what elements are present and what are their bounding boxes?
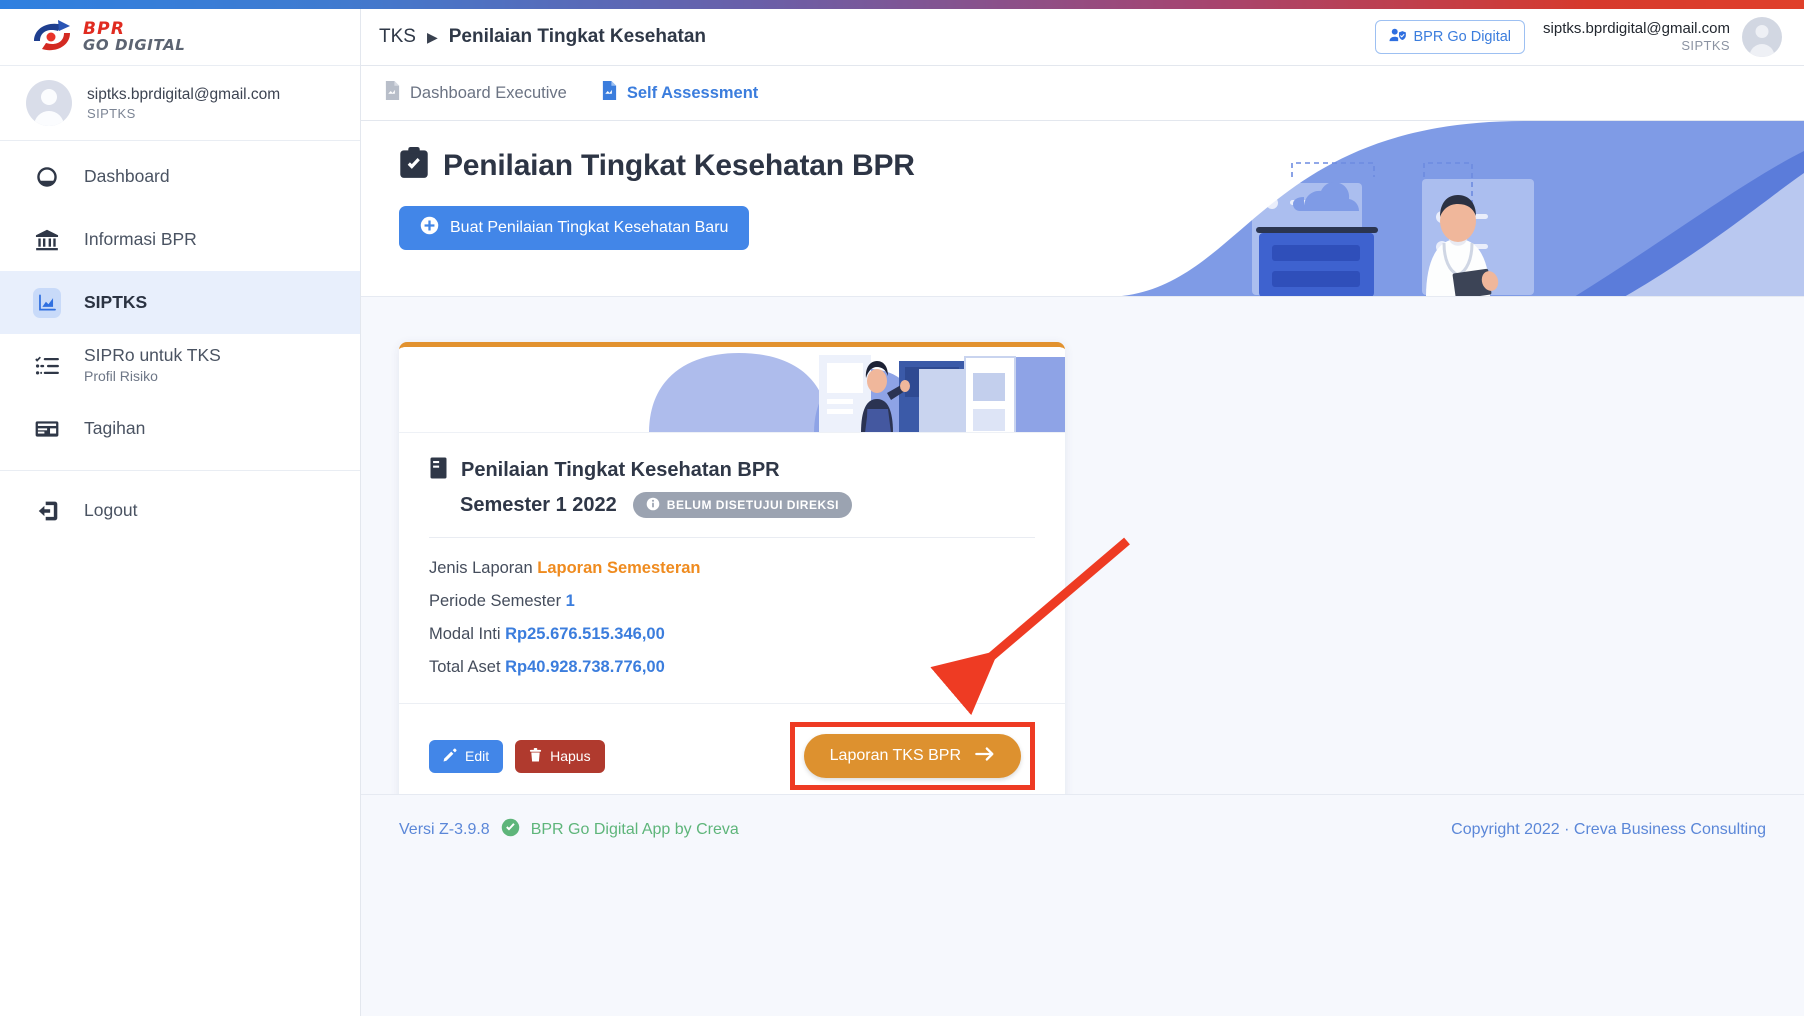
- sidebar-item-dashboard[interactable]: Dashboard: [0, 145, 360, 208]
- sidebar-item-label: SIPTKS: [84, 292, 148, 312]
- sidebar-item-siptks[interactable]: SIPTKS: [0, 271, 360, 334]
- top-gradient-bar: [0, 0, 1804, 9]
- document-icon: [601, 81, 618, 105]
- report-button-highlight: Laporan TKS BPR: [789, 722, 1035, 790]
- status-badge: BELUM DISETUJUI DIREKSI: [632, 492, 852, 518]
- app-name-label: BPR Go Digital App by Creva: [530, 820, 739, 838]
- sign-out-icon: [33, 497, 61, 525]
- create-assessment-label: Buat Penilaian Tingkat Kesehatan Baru: [450, 219, 729, 236]
- fact-label: Total Aset: [429, 658, 501, 676]
- user-shield-icon: [1389, 27, 1407, 47]
- assessment-list: Penilaian Tingkat Kesehatan BPR Semester…: [361, 297, 1804, 812]
- bpr-go-digital-button[interactable]: BPR Go Digital: [1374, 20, 1526, 54]
- sidebar-item-label: Logout: [84, 500, 138, 520]
- info-icon: [646, 497, 660, 514]
- bank-icon: [33, 226, 61, 254]
- sidebar-item-informasi-bpr[interactable]: Informasi BPR: [0, 208, 360, 271]
- card-title: Penilaian Tingkat Kesehatan BPR: [461, 459, 780, 481]
- edit-button[interactable]: Edit: [429, 739, 504, 773]
- sidebar-item-label: Tagihan: [84, 418, 146, 438]
- chevron-right-icon: ▶: [426, 28, 438, 45]
- version-label: Versi Z-3.9.8: [399, 820, 490, 838]
- card-facts: Jenis Laporan Laporan Semesteran Periode…: [429, 559, 1035, 703]
- fact-value: Rp40.928.738.776,00: [505, 658, 665, 676]
- header-user-role: SIPTKS: [1681, 38, 1730, 54]
- breadcrumb-current: Penilaian Tingkat Kesehatan: [448, 26, 707, 47]
- speedometer-icon: [33, 163, 61, 191]
- sidebar-item-sublabel: Profil Risiko: [84, 368, 158, 385]
- sidebar-item-label: SIPRo untuk TKS: [84, 345, 221, 366]
- edit-label: Edit: [465, 748, 490, 764]
- page-title: Penilaian Tingkat Kesehatan BPR: [399, 147, 1804, 184]
- header-user-email: siptks.bprdigital@gmail.com: [1543, 19, 1730, 37]
- tab-self-assessment[interactable]: Self Assessment: [601, 81, 758, 105]
- document-icon: [384, 81, 401, 105]
- hero-section: Penilaian Tingkat Kesehatan BPR Buat Pen…: [361, 121, 1804, 297]
- fact-row: Total Aset Rp40.928.738.776,00: [429, 658, 1035, 677]
- invoice-icon: [33, 415, 61, 443]
- check-circle-icon: [501, 818, 520, 842]
- page-content: Penilaian Tingkat Kesehatan BPR Buat Pen…: [361, 121, 1804, 1016]
- sidebar-item-label: Dashboard: [84, 166, 170, 186]
- arrow-right-icon: [975, 746, 995, 767]
- sidebar-divider: [0, 470, 360, 471]
- sidebar-item-label: Informasi BPR: [84, 229, 197, 249]
- tab-label: Dashboard Executive: [410, 83, 567, 102]
- card-illustration: [399, 347, 1065, 433]
- app-root: BPR GO DIGITAL siptks.bprdigital@gmail.c…: [0, 0, 1804, 1016]
- copyright-label: Copyright 2022 · Creva Business Consulti…: [1451, 820, 1766, 838]
- delete-button[interactable]: Hapus: [515, 739, 605, 773]
- bpr-go-digital-label: BPR Go Digital: [1413, 29, 1512, 45]
- checklist-icon: [33, 352, 61, 380]
- clipboard-check-icon: [399, 147, 429, 184]
- laporan-tks-bpr-button[interactable]: Laporan TKS BPR: [803, 734, 1021, 778]
- status-badge-label: BELUM DISETUJUI DIREKSI: [666, 498, 839, 512]
- fact-row: Modal Inti Rp25.676.515.346,00: [429, 625, 1035, 644]
- card-subtitle: Semester 1 2022: [460, 493, 617, 516]
- delete-label: Hapus: [550, 748, 591, 764]
- report-button-label: Laporan TKS BPR: [829, 747, 961, 764]
- page-footer: Versi Z-3.9.8 BPR Go Digital App by Crev…: [361, 794, 1804, 864]
- book-icon: [429, 457, 448, 484]
- profile-email: siptks.bprdigital@gmail.com: [87, 86, 281, 104]
- pencil-icon: [443, 748, 457, 765]
- breadcrumb: TKS ▶ Penilaian Tingkat Kesehatan: [379, 26, 706, 48]
- chart-icon: [33, 287, 61, 318]
- fact-label: Jenis Laporan: [429, 559, 533, 577]
- create-assessment-button[interactable]: Buat Penilaian Tingkat Kesehatan Baru: [399, 206, 750, 250]
- topbar: TKS ▶ Penilaian Tingkat Kesehatan BPR Go…: [361, 9, 1804, 66]
- breadcrumb-root[interactable]: TKS: [379, 26, 416, 48]
- tab-dashboard-executive[interactable]: Dashboard Executive: [384, 81, 567, 105]
- tab-label: Self Assessment: [626, 83, 759, 102]
- fact-label: Modal Inti: [429, 625, 501, 643]
- sidebar-item-logout[interactable]: Logout: [0, 479, 360, 542]
- sidebar-profile[interactable]: siptks.bprdigital@gmail.com SIPTKS: [0, 66, 360, 141]
- fact-label: Periode Semester: [429, 592, 562, 610]
- assessment-card: Penilaian Tingkat Kesehatan BPR Semester…: [399, 342, 1065, 812]
- plus-circle-icon: [420, 216, 439, 240]
- fact-value: 1: [565, 592, 575, 610]
- card-body: Penilaian Tingkat Kesehatan BPR Semester…: [399, 433, 1065, 812]
- sidebar-item-tagihan[interactable]: Tagihan: [0, 397, 360, 460]
- fact-value: Laporan Semesteran: [537, 559, 701, 577]
- avatar: [26, 80, 72, 126]
- page-title-text: Penilaian Tingkat Kesehatan BPR: [443, 148, 915, 182]
- bpr-logo-icon: [30, 19, 74, 55]
- brand-logo[interactable]: BPR GO DIGITAL: [0, 9, 360, 66]
- logo-text-bottom: GO DIGITAL: [83, 36, 186, 55]
- sidebar-nav: Dashboard Informasi BPR SIPTKS SIPRo unt…: [0, 141, 360, 542]
- sidebar: BPR GO DIGITAL siptks.bprdigital@gmail.c…: [0, 9, 361, 1016]
- user-menu[interactable]: siptks.bprdigital@gmail.com SIPTKS: [1543, 17, 1782, 57]
- card-divider: [429, 537, 1035, 538]
- fact-value: Rp25.676.515.346,00: [505, 625, 665, 643]
- sidebar-item-sipro-untuk-tks[interactable]: SIPRo untuk TKS Profil Risiko: [0, 334, 360, 397]
- profile-role: SIPTKS: [87, 105, 136, 121]
- fact-row: Periode Semester 1: [429, 592, 1035, 611]
- fact-row: Jenis Laporan Laporan Semesteran: [429, 559, 1035, 578]
- tab-bar: Dashboard Executive Self Assessment: [361, 66, 1804, 121]
- header-avatar[interactable]: [1742, 17, 1782, 57]
- trash-icon: [529, 747, 542, 765]
